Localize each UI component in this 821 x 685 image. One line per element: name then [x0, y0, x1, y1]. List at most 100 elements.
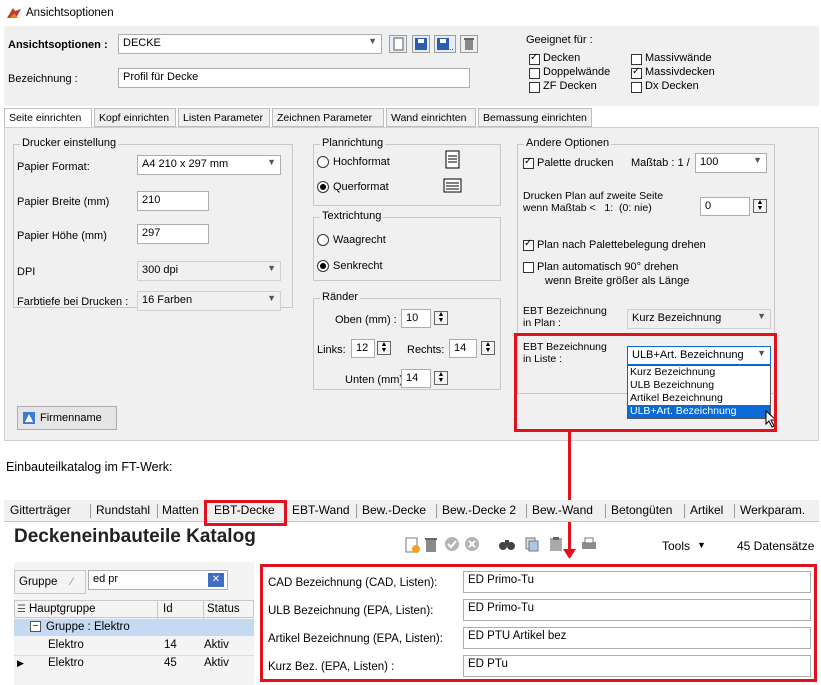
ft-tab-matten[interactable]: Matten	[162, 503, 199, 517]
new-record-icon[interactable]	[404, 536, 420, 554]
checkbox-palettebelegung[interactable]	[523, 238, 534, 251]
options-select[interactable]: DECKE ▼	[118, 34, 382, 54]
kurz-bez-input[interactable]: ED PTu	[463, 655, 811, 677]
radio-hochformat[interactable]	[317, 156, 329, 168]
save-as-button[interactable]: ..	[434, 35, 456, 53]
massstab-select[interactable]: 100 ▼	[695, 153, 767, 173]
tab-wand-einrichten[interactable]: Wand einrichten	[386, 108, 476, 127]
unten-spinner[interactable]: ▲ ▼	[434, 371, 448, 385]
catalog-search-input[interactable]: ed pr	[88, 570, 228, 590]
andere-optionen-title: Andere Optionen	[524, 137, 612, 149]
checkbox-massivwaende[interactable]	[631, 54, 642, 65]
dpi-select[interactable]: 300 dpi ▼	[137, 261, 281, 281]
oben-spinner[interactable]: ▲ ▼	[434, 311, 448, 325]
links-input[interactable]: 12	[351, 339, 375, 358]
tab-listen-parameter[interactable]: Listen Parameter	[178, 108, 270, 127]
tab-seite-einrichten[interactable]: Seite einrichten	[4, 108, 92, 128]
zweite-seite-input[interactable]: 0	[700, 197, 750, 216]
clear-search-button[interactable]: ✕	[208, 573, 224, 587]
cancel-icon[interactable]	[464, 536, 480, 552]
checkbox-zf-decken[interactable]	[529, 82, 540, 93]
ft-tab-bew-decke-2[interactable]: Bew.-Decke 2	[442, 503, 516, 517]
copy-icon[interactable]	[524, 536, 540, 552]
papier-format-select[interactable]: A4 210 x 297 mm ▼	[137, 155, 281, 175]
ft-tab-artikel[interactable]: Artikel	[690, 503, 723, 517]
checkbox-decken[interactable]	[529, 52, 540, 65]
tab-separator	[436, 504, 437, 518]
tools-menu[interactable]: Tools	[662, 539, 690, 553]
zweite-seite-spinner[interactable]: ▲ ▼	[753, 199, 767, 213]
column-chooser-icon[interactable]: ☰	[17, 604, 26, 615]
ebt-plan-select[interactable]: Kurz Bezeichnung ▼	[627, 309, 771, 329]
auto-90-label-1: Plan automatisch 90° drehen	[537, 261, 679, 273]
save-as-icon: ..	[437, 38, 453, 52]
textrichtung-title: Textrichtung	[320, 210, 384, 222]
kurz-bez-value: ED PTu	[468, 658, 508, 670]
chevron-down-icon: ▼	[267, 293, 276, 303]
paste-icon[interactable]	[548, 536, 564, 552]
tab-kopf-einrichten[interactable]: Kopf einrichten	[94, 108, 176, 127]
group-row[interactable]: − Gruppe : Elektro	[14, 619, 254, 636]
column-divider	[157, 601, 158, 619]
tab-bemassung-einrichten[interactable]: Bemassung einrichten	[478, 108, 592, 127]
gruppe-filter-header[interactable]: Gruppe ⁄	[14, 570, 86, 594]
farbtiefe-value: 16 Farben	[142, 294, 193, 306]
artikel-bezeichnung-input[interactable]: ED PTU Artikel bez	[463, 627, 811, 649]
options-select-value: DECKE	[123, 37, 161, 49]
tab-zeichnen-parameter[interactable]: Zeichnen Parameter	[272, 108, 384, 127]
oben-value: 10	[406, 312, 419, 324]
chevron-down-icon: ▼	[757, 311, 766, 321]
links-spinner[interactable]: ▲ ▼	[377, 341, 391, 355]
ft-tab-werkparam[interactable]: Werkparam.	[740, 503, 805, 517]
papier-hoehe-value: 297	[142, 227, 161, 239]
table-row[interactable]: ▶ Elektro 45 Aktiv	[14, 655, 254, 671]
firmenname-button[interactable]: Firmenname	[17, 406, 117, 430]
checkbox-auto-90[interactable]	[523, 262, 534, 273]
unten-input[interactable]: 14	[401, 369, 431, 388]
ft-tab-gittertraeger[interactable]: Gitterträger	[10, 503, 71, 517]
checkbox-palette-drucken[interactable]	[523, 156, 534, 169]
delete-record-icon[interactable]	[424, 536, 438, 554]
column-hauptgruppe[interactable]: Hauptgruppe	[29, 603, 96, 615]
confirm-icon[interactable]	[444, 536, 460, 552]
papier-format-value: A4 210 x 297 mm	[142, 158, 229, 170]
current-row-indicator-icon: ▶	[17, 658, 24, 668]
table-row[interactable]: Elektro 14 Aktiv	[14, 638, 254, 654]
checkbox-dx-decken[interactable]	[631, 82, 642, 93]
bezeichnung-input[interactable]: Profil für Decke	[118, 68, 470, 88]
binoculars-icon[interactable]	[498, 536, 516, 552]
planrichtung-title: Planrichtung	[320, 137, 386, 149]
checkbox-massivdecken-label: Massivdecken	[645, 66, 715, 78]
rechts-spinner[interactable]: ▲ ▼	[481, 341, 495, 355]
ft-tab-betonguten[interactable]: Betongüten	[611, 503, 672, 517]
rechts-input[interactable]: 14	[449, 339, 477, 358]
chevron-down-icon: ▼	[267, 263, 276, 273]
radio-querformat[interactable]	[317, 181, 329, 193]
checkbox-doppelwaende[interactable]	[529, 68, 540, 79]
oben-input[interactable]: 10	[401, 309, 431, 328]
print-icon[interactable]	[580, 536, 598, 552]
radio-senkrecht[interactable]	[317, 260, 329, 272]
papier-hoehe-input[interactable]: 297	[137, 224, 209, 244]
ft-tab-ebt-wand[interactable]: EBT-Wand	[292, 503, 350, 517]
radio-waagrecht[interactable]	[317, 234, 329, 246]
save-button[interactable]	[412, 35, 430, 53]
ulb-bezeichnung-input[interactable]: ED Primo-Tu	[463, 599, 811, 621]
new-document-button[interactable]	[389, 35, 407, 53]
papier-breite-input[interactable]: 210	[137, 191, 209, 211]
cad-bezeichnung-input[interactable]: ED Primo-Tu	[463, 571, 811, 593]
column-id[interactable]: Id	[163, 603, 173, 615]
rechts-value: 14	[454, 342, 467, 354]
farbtiefe-select[interactable]: 16 Farben ▼	[137, 291, 281, 311]
ft-tab-rundstahl[interactable]: Rundstahl	[96, 503, 150, 517]
column-divider	[203, 601, 204, 619]
ebt-highlight-frame	[514, 333, 777, 432]
delete-button[interactable]	[460, 35, 478, 53]
massstab-value: 100	[700, 156, 719, 168]
collapse-icon[interactable]: −	[30, 621, 41, 632]
ft-tab-bew-wand[interactable]: Bew.-Wand	[532, 503, 593, 517]
checkbox-massivdecken[interactable]	[631, 66, 642, 79]
row-hauptgruppe: Elektro	[48, 639, 84, 651]
ft-tab-bew-decke[interactable]: Bew.-Decke	[362, 503, 426, 517]
column-status[interactable]: Status	[207, 603, 240, 615]
